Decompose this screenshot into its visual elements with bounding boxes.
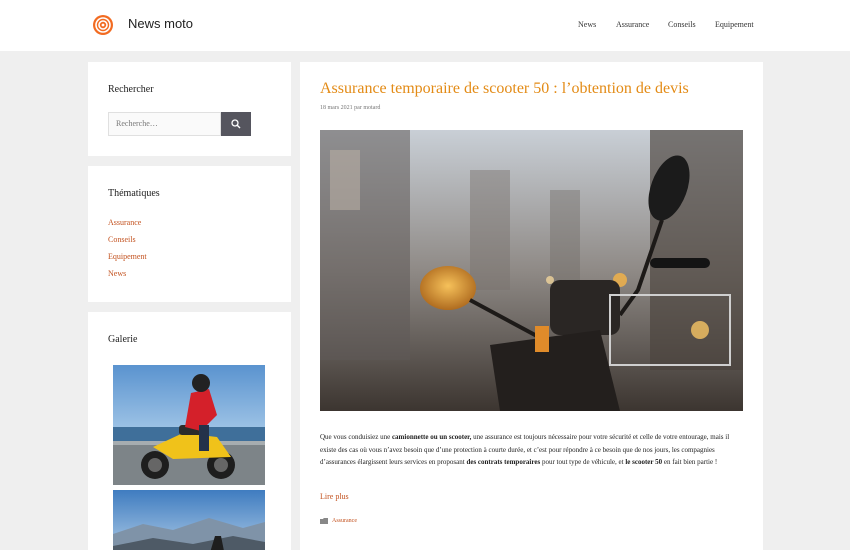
categories-widget-title: Thématiques [108,188,160,199]
category-link-conseils[interactable]: Conseils [108,235,136,244]
post-title-link[interactable]: Assurance temporaire de scooter 50 : l’o… [320,80,689,98]
nav-conseils[interactable]: Conseils [668,20,696,29]
search-widget-title: Rechercher [108,84,154,95]
post-meta: 18 mars 2021 par motard [320,105,381,111]
categories-widget: Thématiques Assurance Conseils Equipemen… [88,166,291,302]
search-button[interactable] [221,112,251,136]
category-link-news[interactable]: News [108,269,126,278]
logo-swirl-icon[interactable] [92,14,114,36]
post-category-link[interactable]: Assurance [332,518,357,524]
search-widget: Rechercher Recherche… [88,62,291,156]
nav-assurance[interactable]: Assurance [616,20,649,29]
post-featured-image[interactable] [320,130,743,411]
folder-icon [320,518,328,524]
post-category-row: Assurance [320,518,357,524]
gallery-widget: Galerie [88,312,291,550]
gallery-image-landscape[interactable] [113,490,265,550]
post-article: Assurance temporaire de scooter 50 : l’o… [300,62,763,550]
read-more-link[interactable]: Lire plus [320,492,349,501]
gallery-widget-title: Galerie [108,334,138,345]
search-icon [231,119,241,129]
category-link-equipement[interactable]: Equipement [108,252,147,261]
site-title[interactable]: News moto [128,16,193,31]
site-header: News moto News Assurance Conseils Equipe… [0,0,850,51]
post-excerpt: Que vous conduisiez une camionnette ou u… [320,433,730,466]
nav-equipement[interactable]: Equipement [715,20,754,29]
category-link-assurance[interactable]: Assurance [108,218,141,227]
gallery-image-motorcyclist[interactable] [113,365,265,485]
search-input[interactable]: Recherche… [108,112,221,136]
nav-news[interactable]: News [578,20,596,29]
